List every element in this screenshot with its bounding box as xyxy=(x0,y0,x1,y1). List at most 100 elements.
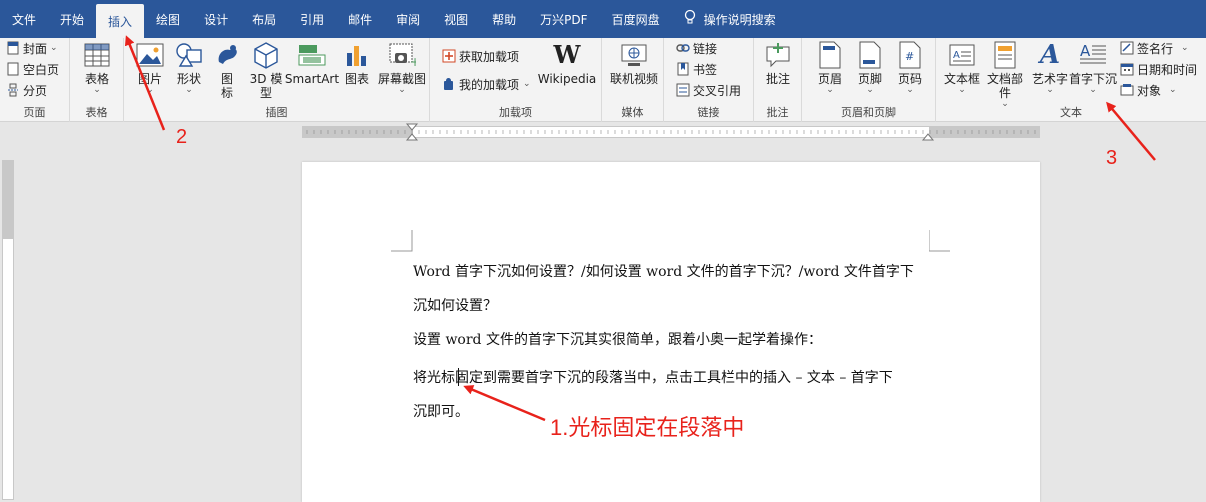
signature-icon xyxy=(1120,41,1134,55)
page-break-button[interactable]: 分页 xyxy=(6,80,47,100)
vertical-ruler[interactable] xyxy=(2,160,14,500)
table-icon xyxy=(82,40,112,70)
annotation-step-2: 2 xyxy=(176,126,188,148)
shapes-button[interactable]: 形状 ⌄ xyxy=(172,40,206,95)
drop-cap-button[interactable]: A 首字下沉 ⌄ xyxy=(1068,40,1118,95)
online-video-button[interactable]: 联机视频 xyxy=(609,40,659,86)
group-label-header-footer: 页眉和页脚 xyxy=(841,106,896,119)
wordart-icon: A xyxy=(1039,40,1061,70)
paragraph-line-3: 设置 word 文件的首字下沉其实很简单，跟着小奥一起学着操作： xyxy=(413,332,822,348)
cover-page-button[interactable]: 封面 ⌄ xyxy=(6,38,58,58)
svg-text:+: + xyxy=(410,55,416,68)
icons-button[interactable]: 图 标 xyxy=(210,40,244,100)
signature-line-button[interactable]: 签名行 ⌄ xyxy=(1120,38,1189,58)
paragraph-line-1: Word 首字下沉如何设置？/如何设置 word 文件的首字下沉？/word 文… xyxy=(413,264,914,280)
header-button[interactable]: 页眉 ⌄ xyxy=(812,40,848,95)
tab-baidu-netdisk[interactable]: 百度网盘 xyxy=(600,0,672,38)
blank-page-icon xyxy=(6,62,20,76)
wikipedia-button[interactable]: W Wikipedia xyxy=(534,40,600,87)
group-label-tables: 表格 xyxy=(85,106,108,119)
group-label-pages: 页面 xyxy=(23,106,46,119)
crop-mark-top-left xyxy=(391,230,413,252)
tab-view[interactable]: 视图 xyxy=(432,0,480,38)
text-box-icon: A xyxy=(947,40,977,70)
document-page[interactable]: Word 首字下沉如何设置？/如何设置 word 文件的首字下沉？/word 文… xyxy=(302,162,1040,502)
footer-button[interactable]: 页脚 ⌄ xyxy=(852,40,888,95)
text-box-button[interactable]: A 文本框 ⌄ xyxy=(942,40,982,95)
object-button[interactable]: 对象 ⌄ xyxy=(1120,80,1177,100)
cross-reference-button[interactable]: 交叉引用 xyxy=(676,80,741,100)
tab-design[interactable]: 设计 xyxy=(192,0,240,38)
smartart-icon xyxy=(297,40,327,70)
tab-draw[interactable]: 绘图 xyxy=(144,0,192,38)
table-button[interactable]: 表格 ⌄ xyxy=(79,40,115,95)
store-icon xyxy=(442,49,456,63)
tab-help[interactable]: 帮助 xyxy=(480,0,528,38)
picture-button[interactable]: 图片 ⌄ xyxy=(132,40,168,95)
group-pages: 封面 ⌄ 空白页 分页 页面 xyxy=(0,38,70,122)
vertical-ruler-top-margin xyxy=(3,161,13,239)
group-comments: 批注 批注 xyxy=(754,38,802,122)
tab-mailings[interactable]: 邮件 xyxy=(336,0,384,38)
cross-reference-icon xyxy=(676,83,690,97)
cover-page-icon xyxy=(6,41,20,55)
my-addins-button[interactable]: 我的加载项 ⌄ xyxy=(442,74,531,94)
indent-marker[interactable] xyxy=(405,122,419,142)
svg-text:#: # xyxy=(905,50,914,63)
page-number-icon: # xyxy=(895,40,925,70)
footer-icon xyxy=(855,40,885,70)
online-video-icon xyxy=(619,40,649,70)
date-time-button[interactable]: 日期和时间 xyxy=(1120,59,1197,79)
lightbulb-icon xyxy=(684,9,696,29)
link-button[interactable]: 链接 xyxy=(676,38,717,58)
tab-layout[interactable]: 布局 xyxy=(240,0,288,38)
tab-file[interactable]: 文件 xyxy=(0,0,48,38)
group-illustrations: 图片 ⌄ 形状 ⌄ 图 标 3D 模 型 SmartArt 图表 + 屏幕截图 … xyxy=(124,38,430,122)
drop-cap-icon: A xyxy=(1078,40,1108,70)
tab-review[interactable]: 审阅 xyxy=(384,0,432,38)
group-label-illustrations: 插图 xyxy=(265,106,288,119)
picture-icon xyxy=(135,40,165,70)
tell-me-label: 操作说明搜索 xyxy=(703,12,776,27)
page-number-button[interactable]: # 页码 ⌄ xyxy=(892,40,928,95)
group-links: 链接 书签 交叉引用 链接 xyxy=(664,38,754,122)
new-comment-button[interactable]: 批注 xyxy=(760,40,796,86)
wordart-button[interactable]: A 艺术字 ⌄ xyxy=(1030,40,1070,95)
group-text: A 文本框 ⌄ 文档部件 ⌄ A 艺术字 ⌄ A 首字下沉 ⌄ 签名行 ⌄ 日期… xyxy=(936,38,1206,122)
tell-me-search[interactable]: 操作说明搜索 xyxy=(672,0,788,38)
header-icon xyxy=(815,40,845,70)
page-break-icon xyxy=(6,83,20,97)
paragraph-line-2: 沉如何设置？ xyxy=(413,298,497,314)
group-label-comments: 批注 xyxy=(766,106,789,119)
tab-insert[interactable]: 插入 xyxy=(96,4,145,38)
get-addins-button[interactable]: 获取加载项 xyxy=(442,46,519,66)
cube-icon xyxy=(251,40,281,70)
blank-page-button[interactable]: 空白页 xyxy=(6,59,59,79)
group-label-text: 文本 xyxy=(1060,106,1082,119)
smartart-button[interactable]: SmartArt xyxy=(285,40,339,86)
chart-icon xyxy=(342,40,372,70)
svg-text:A: A xyxy=(1080,42,1091,60)
paragraph-line-5: 沉即可。 xyxy=(413,404,469,420)
bookmark-icon xyxy=(676,62,690,76)
bookmark-button[interactable]: 书签 xyxy=(676,59,717,79)
group-header-footer: 页眉 ⌄ 页脚 ⌄ # 页码 ⌄ 页眉和页脚 xyxy=(802,38,936,122)
tab-references[interactable]: 引用 xyxy=(288,0,336,38)
annotation-step-3: 3 xyxy=(1106,147,1118,169)
shapes-icon xyxy=(174,40,204,70)
object-icon xyxy=(1120,83,1134,97)
puzzle-icon xyxy=(442,77,456,91)
tab-wondershare-pdf[interactable]: 万兴PDF xyxy=(528,0,599,38)
screenshot-icon: + xyxy=(387,40,417,70)
right-indent-marker[interactable] xyxy=(921,122,935,142)
group-addins: 获取加载项 我的加载项 ⌄ W Wikipedia 加载项 xyxy=(430,38,602,122)
group-label-addins: 加载项 xyxy=(499,106,532,119)
group-media: 联机视频 媒体 xyxy=(602,38,664,122)
annotation-step-1: 1.光标固定在段落中 xyxy=(550,415,745,440)
chart-button[interactable]: 图表 xyxy=(340,40,374,86)
tab-home[interactable]: 开始 xyxy=(48,0,96,38)
group-tables: 表格 ⌄ 表格 xyxy=(70,38,124,122)
quick-parts-button[interactable]: 文档部件 ⌄ xyxy=(982,40,1028,109)
screenshot-button[interactable]: + 屏幕截图 ⌄ xyxy=(376,40,428,95)
3d-models-button[interactable]: 3D 模 型 xyxy=(248,40,284,100)
